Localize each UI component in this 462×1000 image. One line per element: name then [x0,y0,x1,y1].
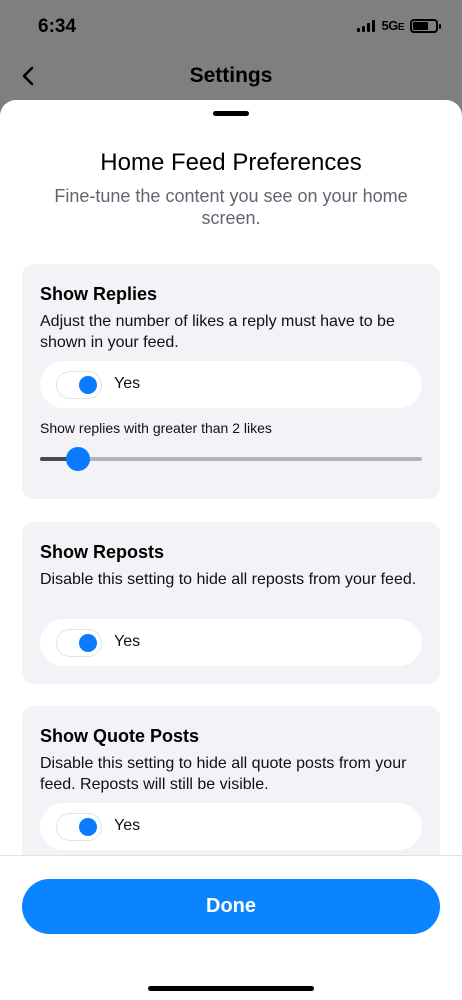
home-indicator[interactable] [148,986,314,991]
slider-track [40,457,422,461]
show-replies-toggle-label: Yes [114,375,141,392]
show-replies-toggle[interactable] [56,371,102,399]
show-reposts-description: Disable this setting to hide all reposts… [40,571,417,588]
show-quote-posts-description: Disable this setting to hide all quote p… [40,755,407,793]
show-reposts-toggle-label: Yes [114,633,141,650]
show-quote-posts-title: Show Quote Posts [40,726,200,746]
show-reposts-title: Show Reposts [40,542,165,562]
show-quote-posts-toggle-label: Yes [114,817,141,834]
signal-icon [357,19,376,32]
navigation-bar: Settings [0,56,462,100]
show-reposts-toggle-row[interactable]: Yes [40,619,422,666]
toggle-knob [79,376,97,394]
status-time: 6:34 [38,16,77,37]
preferences-sheet: Home Feed Preferences Fine-tune the cont… [0,100,462,1000]
show-quote-posts-toggle[interactable] [56,813,102,841]
nav-title: Settings [189,64,273,87]
show-replies-card: Show Replies Adjust the number of likes … [22,264,440,499]
status-indicators: 5GE [357,18,441,33]
show-replies-toggle-row[interactable]: Yes [40,361,422,408]
battery-icon [410,18,441,33]
show-reposts-toggle[interactable] [56,629,102,657]
slider-thumb[interactable] [66,447,91,471]
sheet-grabber-handle[interactable] [213,111,249,116]
done-button[interactable]: Done [22,879,440,934]
network-label: 5GE [381,18,404,33]
status-bar: 6:34 5GE [0,0,462,56]
sheet-title: Home Feed Preferences [100,149,362,176]
sheet-subtitle: Fine-tune the content you see on your ho… [54,186,408,228]
toggle-knob [79,634,97,652]
toggle-knob [79,818,97,836]
show-replies-description: Adjust the number of likes a reply must … [40,313,395,351]
sheet-footer: Done [0,855,462,1000]
show-quote-posts-toggle-row[interactable]: Yes [40,803,422,850]
reply-likes-threshold-label: Show replies with greater than 2 likes [40,420,272,436]
show-replies-title: Show Replies [40,284,158,304]
show-quote-posts-card: Show Quote Posts Disable this setting to… [22,706,440,868]
show-reposts-card: Show Reposts Disable this setting to hid… [22,522,440,684]
reply-likes-slider[interactable] [40,447,422,471]
